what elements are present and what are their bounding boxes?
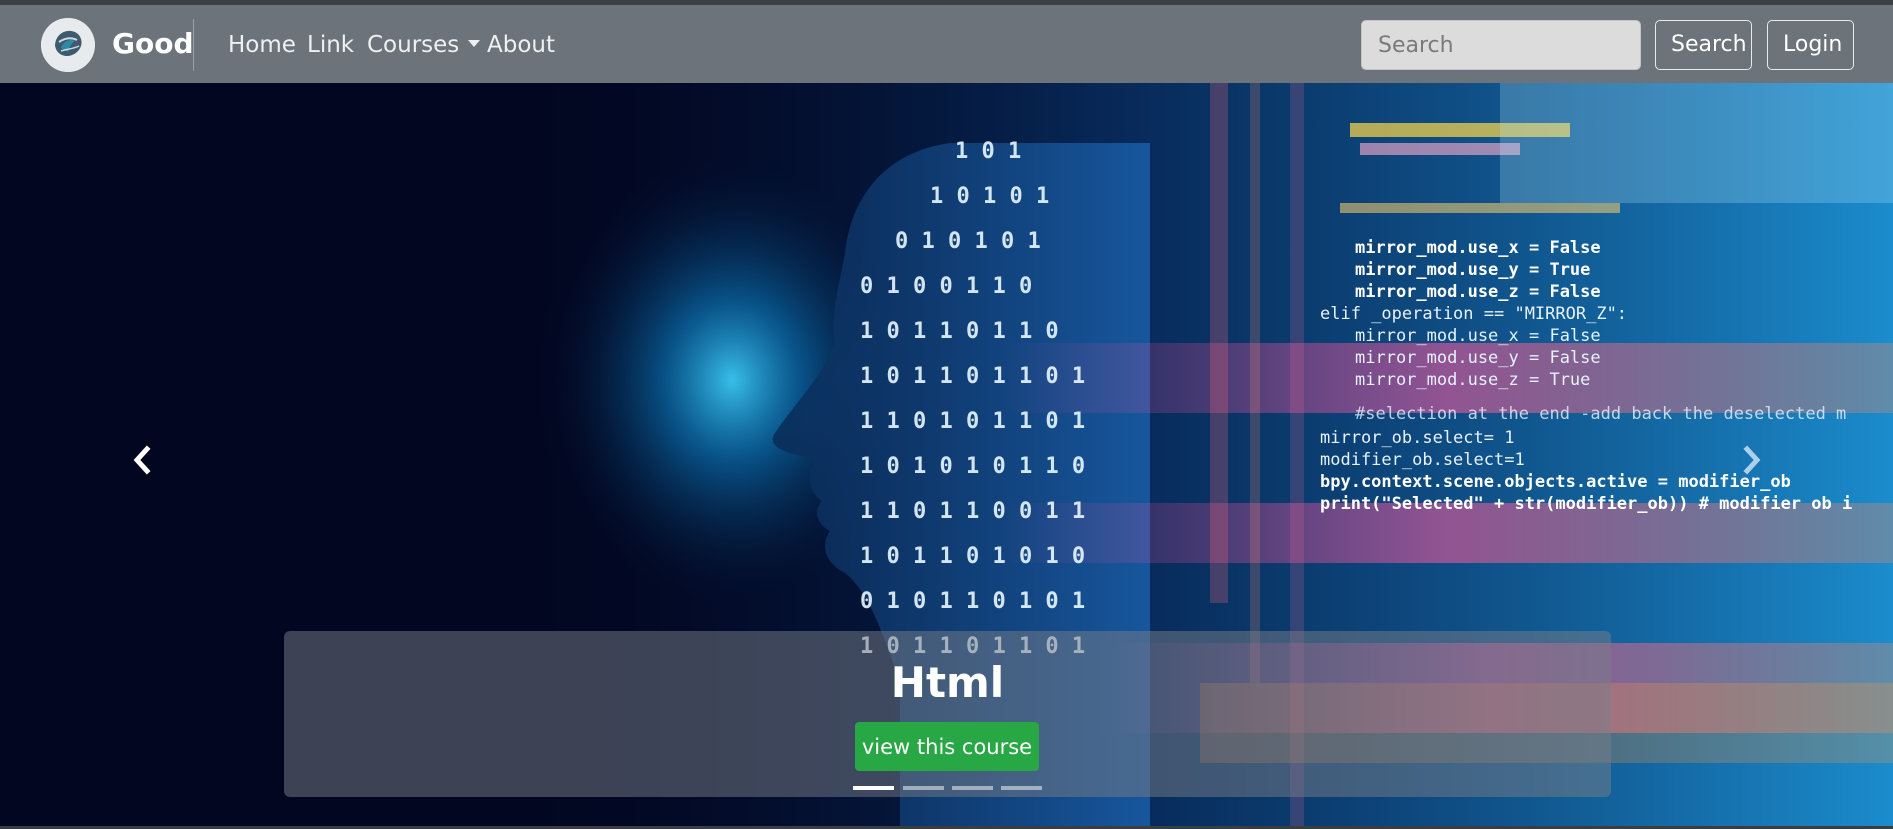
carousel-indicator-1[interactable] xyxy=(853,786,894,790)
carousel-next-button[interactable] xyxy=(1726,435,1776,485)
svg-text:mirror_mod.use_z = False: mirror_mod.use_z = False xyxy=(1355,282,1601,302)
svg-text:0 1 0 0 1 1 0: 0 1 0 0 1 1 0 xyxy=(860,274,1032,299)
svg-text:1 0 1 0 1: 1 0 1 0 1 xyxy=(930,184,1049,209)
svg-text:#selection at the end -add bac: #selection at the end -add back the dese… xyxy=(1355,404,1846,424)
chevron-left-icon xyxy=(133,445,151,475)
chevron-right-icon xyxy=(1743,445,1761,475)
svg-text:0 1 0 1 0 1: 0 1 0 1 0 1 xyxy=(895,229,1041,254)
svg-text:1 0 1 1 0 1 1 0: 1 0 1 1 0 1 1 0 xyxy=(860,319,1059,344)
svg-text:elif _operation == "MIRROR_Z":: elif _operation == "MIRROR_Z": xyxy=(1320,304,1627,324)
svg-text:mirror_mod.use_y = True: mirror_mod.use_y = True xyxy=(1355,260,1590,280)
svg-text:0 1 0 1 1 0 1 0 1: 0 1 0 1 1 0 1 0 1 xyxy=(860,589,1085,614)
brand-divider xyxy=(193,19,194,71)
svg-text:1 1 0 1 0 1 1 0 1: 1 1 0 1 0 1 1 0 1 xyxy=(860,409,1085,434)
nav-dropdown-courses-label: Courses xyxy=(367,32,460,58)
navbar: Good Home Link Courses About Search Logi… xyxy=(0,5,1893,83)
svg-text:1 0 1 1 0 1 1 0 1: 1 0 1 1 0 1 1 0 1 xyxy=(860,364,1085,389)
brand-logo[interactable] xyxy=(41,18,95,72)
svg-text:modifier_ob.select=1: modifier_ob.select=1 xyxy=(1320,450,1525,470)
svg-text:mirror_mod.use_x = False: mirror_mod.use_x = False xyxy=(1355,326,1601,346)
hero-carousel: 1 0 1 1 0 1 0 1 0 1 0 1 0 1 0 1 0 0 1 1 … xyxy=(0,83,1893,826)
search-button[interactable]: Search xyxy=(1655,20,1752,70)
nav-link-about[interactable]: About xyxy=(487,32,555,58)
carousel-prev-button[interactable] xyxy=(118,435,168,485)
svg-text:1 1 0 1 1 0 0 1 1: 1 1 0 1 1 0 0 1 1 xyxy=(860,499,1085,524)
svg-text:1 0 1 0 1 0 1 1 0: 1 0 1 0 1 0 1 1 0 xyxy=(860,454,1085,479)
caret-down-icon xyxy=(468,40,481,47)
svg-text:mirror_mod.use_x = False: mirror_mod.use_x = False xyxy=(1355,238,1601,258)
svg-text:1 0 1 1 0 1 0 1 0: 1 0 1 1 0 1 0 1 0 xyxy=(860,544,1085,569)
brand-name[interactable]: Good xyxy=(112,27,194,60)
svg-text:mirror_mod.use_z = True: mirror_mod.use_z = True xyxy=(1355,370,1590,390)
slide-title: Html xyxy=(890,658,1005,707)
carousel-caption: Html view this course xyxy=(284,631,1611,797)
nav-dropdown-courses[interactable]: Courses xyxy=(367,32,481,58)
svg-text:mirror_mod.use_y = False: mirror_mod.use_y = False xyxy=(1355,348,1601,368)
carousel-indicator-2[interactable] xyxy=(903,786,944,790)
search-input[interactable] xyxy=(1361,20,1641,70)
login-button[interactable]: Login xyxy=(1767,20,1854,70)
carousel-indicator-4[interactable] xyxy=(1001,786,1042,790)
view-course-button[interactable]: view this course xyxy=(855,722,1039,771)
svg-text:bpy.context.scene.objects.acti: bpy.context.scene.objects.active = modif… xyxy=(1320,472,1791,492)
svg-text:1 0 1: 1 0 1 xyxy=(955,139,1021,164)
nav-link-link[interactable]: Link xyxy=(307,32,354,58)
nav-link-home[interactable]: Home xyxy=(228,32,296,58)
svg-text:print("Selected" + str(modifie: print("Selected" + str(modifier_ob)) # m… xyxy=(1320,494,1852,514)
carousel-indicator-3[interactable] xyxy=(952,786,993,790)
svg-text:mirror_ob.select= 1: mirror_ob.select= 1 xyxy=(1320,428,1514,448)
